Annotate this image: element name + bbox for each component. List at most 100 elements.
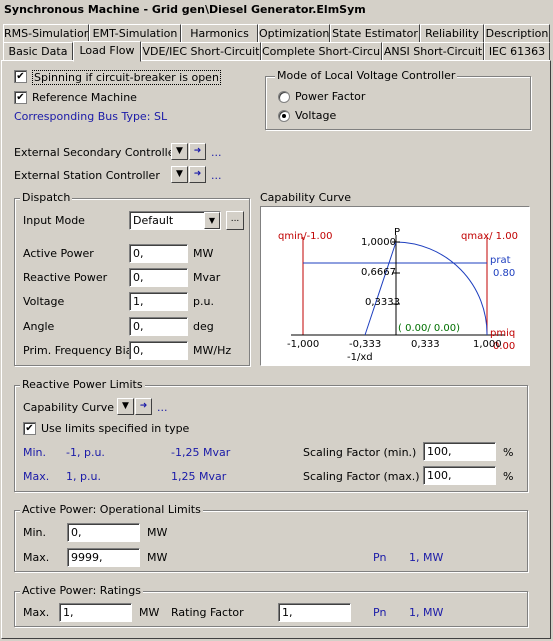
- y-label-2: 0,6667: [361, 267, 396, 278]
- tab-vde-iec-short-circuit[interactable]: VDE/IEC Short-Circuit: [141, 42, 261, 61]
- triangle-down-icon: ▼: [122, 401, 129, 411]
- reactive-power-unit: Mvar: [193, 271, 221, 284]
- op-min-unit: MW: [147, 526, 168, 539]
- scale-min-label: Scaling Factor (min.): [303, 446, 417, 459]
- secondary-jump-button[interactable]: ➜: [189, 143, 206, 160]
- scale-max-label: Scaling Factor (max.): [303, 470, 420, 483]
- op-max-unit: MW: [147, 551, 168, 564]
- secondary-controller-label: External Secondary Controller: [14, 146, 179, 159]
- xd-label: -1/xd: [347, 352, 373, 363]
- tab-optimization[interactable]: Optimization: [258, 24, 330, 43]
- qmax-label: qmax/ 1.00: [461, 231, 518, 242]
- operating-point-label: ( 0.00/ 0.00): [398, 323, 461, 334]
- op-limits-title: Active Power: Operational Limits: [20, 503, 203, 516]
- input-mode-more-button[interactable]: ...: [226, 211, 244, 230]
- curve-jump-button[interactable]: ➜: [135, 398, 152, 415]
- capability-arc: [395, 241, 488, 336]
- station-ellipsis[interactable]: ...: [211, 169, 222, 182]
- bus-type-label: Corresponding Bus Type:: [14, 110, 151, 123]
- x-tick-3: 0,333: [411, 339, 440, 350]
- voltage-input[interactable]: 1,: [129, 292, 188, 311]
- reference-machine-checkbox[interactable]: ✔: [14, 91, 27, 104]
- bus-type-value: SL: [154, 110, 168, 123]
- freq-bias-input[interactable]: 0,: [129, 341, 188, 360]
- reactive-limits-title: Reactive Power Limits: [20, 378, 145, 391]
- op-max-input[interactable]: 9999,: [67, 548, 140, 567]
- tab-complete-short-circuit[interactable]: Complete Short-Circuit: [261, 42, 382, 61]
- reactive-power-label: Reactive Power: [23, 271, 108, 284]
- ratings-title: Active Power: Ratings: [20, 584, 143, 597]
- max-label: Max.: [23, 470, 50, 483]
- tab-row-2: Basic Data Load Flow VDE/IEC Short-Circu…: [0, 41, 553, 62]
- rating-factor-input[interactable]: 1,: [278, 603, 351, 622]
- max-mvar: 1,25 Mvar: [171, 470, 227, 483]
- reference-machine-label: Reference Machine: [32, 91, 137, 104]
- voltage-controller-title: Mode of Local Voltage Controller: [275, 69, 458, 82]
- dispatch-title: Dispatch: [20, 191, 73, 204]
- op-min-label: Min.: [23, 526, 47, 539]
- capability-curve-title: Capability Curve: [260, 191, 352, 204]
- angle-label: Angle: [23, 320, 55, 333]
- min-mvar: -1,25 Mvar: [171, 446, 231, 459]
- capability-curve-label: Capability Curve: [23, 401, 115, 414]
- freq-bias-label: Prim. Frequency Bias: [23, 344, 139, 357]
- input-mode-select[interactable]: Default ▼: [129, 211, 221, 230]
- tab-load-flow[interactable]: Load Flow: [73, 41, 141, 62]
- tab-basic-data[interactable]: Basic Data: [3, 42, 73, 61]
- power-factor-label: Power Factor: [295, 90, 366, 103]
- ratings-pn-value: 1, MW: [409, 606, 444, 619]
- use-limits-checkbox[interactable]: ✔: [23, 422, 36, 435]
- active-power-label: Active Power: [23, 247, 94, 260]
- angle-input[interactable]: 0,: [129, 317, 188, 336]
- station-jump-button[interactable]: ➜: [189, 166, 206, 183]
- station-controller-label: External Station Controller: [14, 169, 160, 182]
- op-pn-label: Pn: [373, 551, 387, 564]
- tab-state-estimator[interactable]: State Estimator: [330, 24, 420, 43]
- ratings-max-input[interactable]: 1,: [59, 603, 132, 622]
- secondary-ellipsis[interactable]: ...: [211, 146, 222, 159]
- scale-min-input[interactable]: 100,: [423, 442, 496, 461]
- stability-line: [364, 241, 397, 336]
- curve-ellipsis[interactable]: ...: [157, 401, 168, 414]
- reactive-power-input[interactable]: 0,: [129, 268, 188, 287]
- x-tick-1: -1,000: [287, 339, 320, 350]
- active-power-unit: MW: [193, 247, 214, 260]
- min-label: Min.: [23, 446, 47, 459]
- voltage-label-dispatch: Voltage: [23, 295, 65, 308]
- op-min-input[interactable]: 0,: [67, 523, 140, 542]
- chevron-down-icon[interactable]: ▼: [204, 212, 220, 229]
- input-mode-value: Default: [133, 214, 174, 227]
- spinning-checkbox[interactable]: ✔: [14, 70, 27, 83]
- scale-max-percent: %: [503, 470, 514, 483]
- secondary-select-button[interactable]: ▼: [171, 143, 188, 160]
- x-tick-2: -0,333: [349, 339, 382, 350]
- prat-label: prat: [490, 255, 511, 266]
- pmiq-label: pmiq: [490, 328, 516, 339]
- ratings-pn-label: Pn: [373, 606, 387, 619]
- active-power-input[interactable]: 0,: [129, 244, 188, 263]
- y-label-3: 0,3333: [365, 297, 400, 308]
- window-title: Synchronous Machine - Grid gen\Diesel Ge…: [0, 0, 553, 20]
- freq-bias-unit: MW/Hz: [193, 344, 232, 357]
- triangle-down-icon: ▼: [176, 169, 183, 179]
- tab-ansi-short-circuit[interactable]: ANSI Short-Circuit: [382, 42, 484, 61]
- curve-select-button[interactable]: ▼: [117, 398, 134, 415]
- arrow-right-icon: ➜: [193, 146, 202, 156]
- tab-harmonics[interactable]: Harmonics: [181, 24, 258, 43]
- tab-reliability[interactable]: Reliability: [420, 24, 484, 43]
- power-factor-radio[interactable]: [278, 91, 290, 103]
- voltage-radio[interactable]: [278, 110, 290, 122]
- scale-max-input[interactable]: 100,: [423, 466, 496, 485]
- ratings-max-label: Max.: [23, 606, 50, 619]
- capability-curve-plot: qmin/-1.00 qmax/ 1.00 P 1,0000 0,6667 0,…: [260, 206, 530, 366]
- use-limits-label: Use limits specified in type: [41, 422, 190, 435]
- y-label-1: 1,0000: [361, 237, 396, 248]
- tab-description[interactable]: Description: [484, 24, 550, 43]
- station-select-button[interactable]: ▼: [171, 166, 188, 183]
- max-pu: 1, p.u.: [66, 470, 101, 483]
- input-mode-label: Input Mode: [23, 214, 85, 227]
- x-tick-4: 1,000: [473, 339, 502, 350]
- triangle-down-icon: ▼: [176, 146, 183, 156]
- op-pn-value: 1, MW: [409, 551, 444, 564]
- tab-iec-61363[interactable]: IEC 61363: [484, 42, 550, 61]
